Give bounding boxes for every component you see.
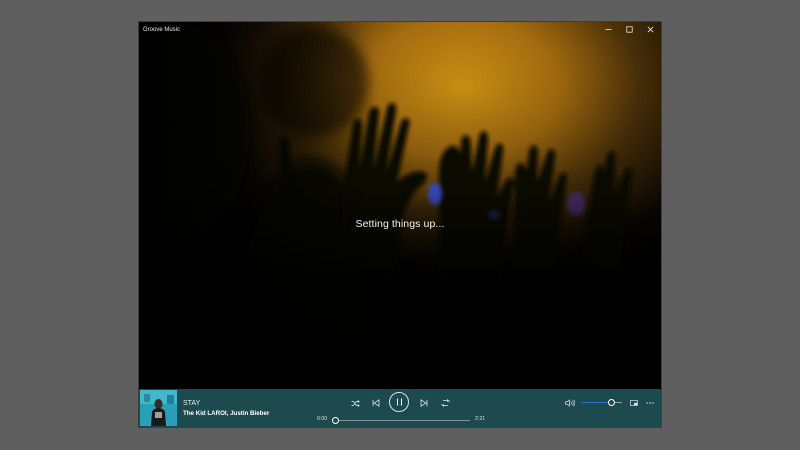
now-playing-bar: STAY The Kid LAROI, Justin Bieber 0:00 2… [139,389,661,427]
volume-slider-fill[interactable] [582,402,610,404]
volume-button[interactable] [563,396,577,410]
shuffle-icon [351,399,360,407]
repeat-icon [440,399,450,407]
track-artist[interactable]: The Kid LAROI, Justin Bieber [183,410,269,417]
previous-button[interactable] [369,396,383,410]
more-options-button[interactable] [643,396,657,410]
maximize-icon [626,26,633,33]
minimize-icon [605,29,612,30]
elapsed-time: 0:00 [317,416,328,422]
mini-view-button[interactable] [627,396,641,410]
title-bar: Groove Music [139,22,661,37]
close-icon [647,26,654,33]
mini-view-icon [630,400,638,406]
app-window: Groove Music Setting things up... STAY T… [139,22,661,427]
seek-thumb[interactable] [332,416,339,424]
volume-icon [565,399,575,407]
seek-bar[interactable] [336,420,470,421]
pause-icon [396,398,402,406]
album-art[interactable] [140,390,177,426]
minimize-button[interactable] [598,22,619,37]
background-art [139,22,661,389]
app-title: Groove Music [143,26,181,33]
previous-icon [372,399,380,407]
loading-status: Setting things up... [355,218,445,230]
concert-crowd-illustration [139,22,661,389]
maximize-button[interactable] [619,22,640,37]
next-button[interactable] [417,396,431,410]
volume-slider-thumb[interactable] [608,399,615,406]
track-title[interactable]: STAY [183,400,200,407]
repeat-button[interactable] [438,396,452,410]
duration-time: 2:21 [475,416,486,422]
close-button[interactable] [640,22,661,37]
shuffle-button[interactable] [348,396,362,410]
more-icon [646,402,654,404]
play-pause-button[interactable] [389,392,409,412]
next-icon [420,399,428,407]
